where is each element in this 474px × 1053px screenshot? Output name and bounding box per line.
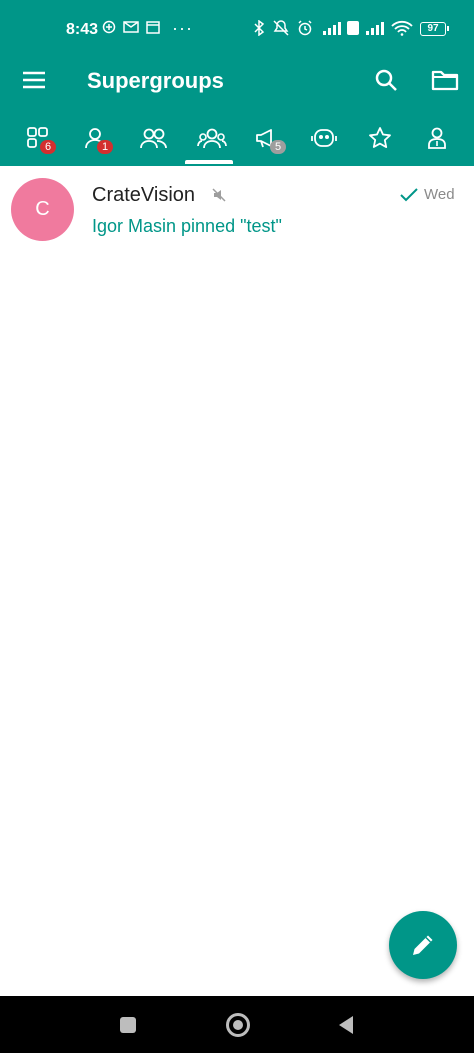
chat-list-item[interactable]: C CrateVision Wed Igor Masin pinned "tes… (0, 166, 474, 254)
tab-badge: 1 (97, 140, 113, 154)
system-nav-bar (0, 996, 474, 1053)
tab-private-chats[interactable]: 1 (67, 118, 123, 166)
signal-2-icon (366, 22, 384, 35)
favorites-icon (369, 127, 391, 148)
tab-admin[interactable] (409, 118, 465, 166)
compose-button[interactable] (389, 911, 457, 979)
back-icon[interactable] (337, 1015, 355, 1035)
admin-icon (428, 127, 446, 149)
notification-icon (102, 20, 116, 34)
tab-channels[interactable]: 5 (238, 118, 294, 166)
tab-bots[interactable] (295, 118, 351, 166)
more-notifications: ··· (172, 18, 193, 38)
alarm-icon (298, 20, 312, 36)
bluetooth-icon (254, 20, 265, 36)
tab-badge: 5 (270, 140, 286, 154)
status-bar: 8:43 ··· 97 (0, 0, 474, 56)
search-icon[interactable] (374, 68, 398, 92)
menu-icon[interactable] (22, 70, 46, 90)
avatar: C (11, 178, 74, 241)
selected-tab-indicator (185, 160, 233, 164)
groups-icon (140, 128, 167, 149)
status-time: 8:43 (66, 21, 99, 38)
chat-last-message: Igor Masin pinned "test" (92, 216, 282, 236)
read-check-icon (400, 188, 418, 202)
bots-icon (311, 129, 337, 147)
page-title: Supergroups (87, 68, 224, 93)
muted-icon (212, 188, 226, 202)
home-button[interactable] (226, 1013, 250, 1037)
chat-name: CrateVision (92, 184, 196, 206)
app-header: 8:43 ··· 97 Supergroups 6 1 5 (0, 0, 474, 166)
pencil-icon (413, 935, 433, 955)
mute-status-icon (273, 20, 289, 36)
folder-tabs: 6 1 5 (0, 118, 474, 166)
signal-icon (323, 22, 341, 35)
volte-icon (347, 21, 359, 35)
toolbar: Supergroups (0, 56, 474, 112)
calendar-icon (146, 21, 160, 34)
mail-icon (123, 21, 139, 33)
supergroups-icon (197, 128, 227, 149)
battery-indicator: 97 (420, 22, 449, 36)
tab-all-chats[interactable]: 6 (10, 118, 66, 166)
chat-date: Wed (424, 186, 455, 203)
wifi-icon (391, 20, 413, 36)
tab-supergroups[interactable] (181, 118, 237, 166)
folder-icon[interactable] (431, 69, 459, 91)
tab-favorites[interactable] (352, 118, 408, 166)
tab-badge: 6 (40, 140, 56, 154)
recents-button[interactable] (120, 1017, 136, 1033)
tab-groups[interactable] (124, 118, 180, 166)
